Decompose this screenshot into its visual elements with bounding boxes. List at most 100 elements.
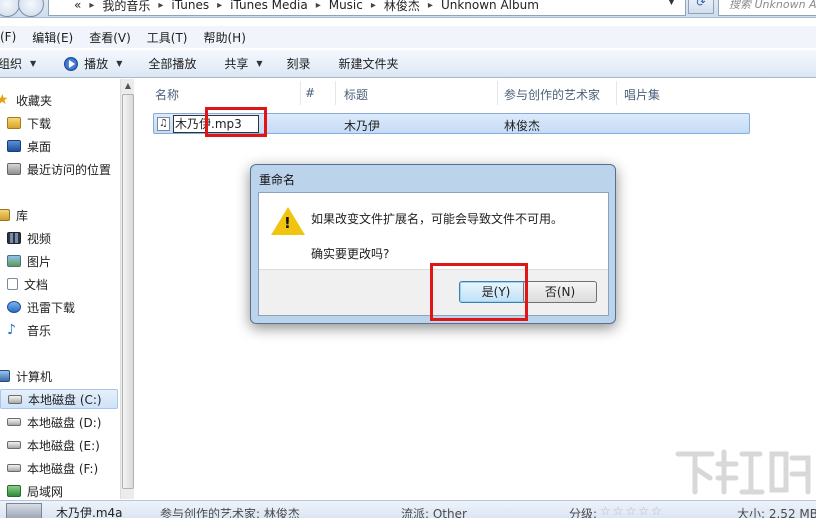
column-divider[interactable] bbox=[335, 81, 336, 105]
nav-videos[interactable]: 视频 bbox=[0, 228, 118, 248]
back-button[interactable] bbox=[0, 0, 20, 17]
details-size: 大小: 2.52 MB bbox=[737, 507, 816, 518]
breadcrumb-artist[interactable]: 林俊杰 bbox=[384, 0, 420, 14]
breadcrumb-my-music[interactable]: 我的音乐 bbox=[102, 0, 150, 14]
chevron-right-icon: ▸ bbox=[89, 0, 95, 11]
breadcrumb[interactable]: « ▸ 我的音乐 ▸ iTunes ▸ iTunes Media ▸ Music… bbox=[54, 0, 539, 14]
play-button[interactable]: 播放 ▼ bbox=[64, 55, 122, 72]
search-input[interactable]: 搜索 Unknown A bbox=[718, 0, 816, 16]
nav-drive-d[interactable]: 本地磁盘 (D:) bbox=[0, 412, 118, 432]
address-dropdown-icon[interactable]: ▼ bbox=[668, 0, 675, 7]
xunlei-icon bbox=[7, 301, 21, 313]
nav-drive-c-label: 本地磁盘 (C:) bbox=[28, 392, 102, 407]
menu-help[interactable]: 帮助(H) bbox=[204, 29, 246, 46]
new-folder-label: 新建文件夹 bbox=[338, 57, 399, 71]
nav-drive-f-label: 本地磁盘 (F:) bbox=[27, 461, 99, 476]
warning-exclamation-icon: ! bbox=[284, 214, 291, 232]
nav-drive-e-label: 本地磁盘 (E:) bbox=[27, 438, 100, 453]
drive-icon bbox=[7, 418, 21, 426]
details-artist: 参与创作的艺术家: 林俊杰 bbox=[160, 507, 300, 518]
nav-drive-e[interactable]: 本地磁盘 (E:) bbox=[0, 435, 118, 455]
column-number[interactable]: # bbox=[305, 86, 315, 100]
nav-computer-label: 计算机 bbox=[16, 369, 53, 384]
nav-desktop[interactable]: 桌面 bbox=[0, 136, 118, 156]
details-rating-label: 分级: bbox=[569, 507, 598, 518]
burn-button[interactable]: 刻录 bbox=[287, 55, 311, 72]
chevron-right-icon: ▸ bbox=[370, 0, 376, 11]
chevron-down-icon: ▼ bbox=[116, 59, 123, 68]
highlight-rename-box bbox=[205, 107, 267, 137]
chevron-right-icon: ▸ bbox=[158, 0, 164, 11]
nav-xunlei-label: 迅雷下载 bbox=[27, 300, 76, 315]
menu-bar: (F) 编辑(E) 查看(V) 工具(T) 帮助(H) bbox=[0, 26, 816, 48]
nav-pictures[interactable]: 图片 bbox=[0, 251, 118, 271]
nav-recent[interactable]: 最近访问的位置 bbox=[0, 159, 118, 179]
drive-icon bbox=[7, 464, 21, 472]
dialog-message: 如果改变文件扩展名，可能会导致文件不可用。 bbox=[311, 212, 564, 226]
download-folder-icon bbox=[7, 117, 21, 129]
music-note-icon: ♪ bbox=[7, 322, 16, 338]
computer-icon bbox=[0, 370, 10, 382]
nav-network-label: 局域网 bbox=[27, 484, 64, 499]
nav-videos-label: 视频 bbox=[27, 231, 52, 246]
scrollbar-thumb[interactable] bbox=[122, 94, 134, 489]
breadcrumb-music[interactable]: Music bbox=[329, 0, 363, 12]
desktop-icon bbox=[7, 140, 21, 152]
nav-documents[interactable]: 文档 bbox=[0, 274, 118, 294]
play-icon bbox=[64, 56, 79, 71]
scroll-up-icon[interactable]: ▲ bbox=[121, 79, 135, 93]
breadcrumb-album[interactable]: Unknown Album bbox=[441, 0, 539, 12]
share-button[interactable]: 共享 ▼ bbox=[224, 55, 262, 72]
breadcrumb-itunes[interactable]: iTunes bbox=[171, 0, 209, 12]
breadcrumb-overflow[interactable]: « bbox=[74, 0, 81, 12]
column-title[interactable]: 标题 bbox=[344, 86, 368, 103]
nav-downloads-label: 下载 bbox=[27, 116, 52, 131]
column-album[interactable]: 唱片集 bbox=[624, 86, 660, 103]
menu-file[interactable]: (F) bbox=[0, 30, 16, 44]
details-genre: 流派: Other bbox=[401, 507, 467, 518]
music-file-icon: ♫ bbox=[157, 117, 170, 131]
column-artist[interactable]: 参与创作的艺术家 bbox=[504, 86, 600, 103]
windows-drive-icon bbox=[8, 394, 22, 404]
column-divider[interactable] bbox=[497, 81, 498, 105]
chevron-right-icon: ▸ bbox=[315, 0, 321, 11]
play-all-button[interactable]: 全部播放 bbox=[148, 55, 196, 72]
menu-tools[interactable]: 工具(T) bbox=[147, 29, 188, 46]
new-folder-button[interactable]: 新建文件夹 bbox=[339, 55, 399, 72]
nav-drive-f[interactable]: 本地磁盘 (F:) bbox=[0, 458, 118, 478]
file-thumbnail-icon bbox=[6, 503, 42, 518]
column-name[interactable]: 名称 bbox=[155, 86, 179, 103]
no-button[interactable]: 否(N) bbox=[523, 281, 597, 303]
nav-libraries[interactable]: 库 bbox=[0, 205, 118, 225]
nav-downloads[interactable]: 下载 bbox=[0, 113, 118, 133]
nav-drive-d-label: 本地磁盘 (D:) bbox=[27, 415, 102, 430]
document-icon bbox=[7, 278, 18, 290]
nav-music[interactable]: ♪ 音乐 bbox=[0, 320, 118, 340]
nav-network[interactable]: 局域网 bbox=[0, 481, 118, 501]
organize-button[interactable]: 组织 ▼ bbox=[0, 55, 36, 72]
recent-places-icon bbox=[7, 163, 21, 175]
refresh-icon[interactable]: ⟳ bbox=[688, 0, 714, 14]
menu-edit[interactable]: 编辑(E) bbox=[32, 29, 73, 46]
chevron-right-icon: ▸ bbox=[217, 0, 223, 11]
rating-stars-icon[interactable]: ☆☆☆☆☆ bbox=[600, 504, 664, 518]
drive-icon bbox=[7, 441, 21, 449]
forward-button[interactable] bbox=[18, 0, 44, 17]
nav-favorites[interactable]: ★ 收藏夹 bbox=[0, 90, 118, 110]
column-header-row: 名称 # 标题 参与创作的艺术家 唱片集 bbox=[135, 79, 816, 106]
menu-view[interactable]: 查看(V) bbox=[89, 29, 131, 46]
nav-drive-c[interactable]: 本地磁盘 (C:) bbox=[0, 389, 118, 409]
breadcrumb-itunes-media[interactable]: iTunes Media bbox=[230, 0, 308, 12]
nav-pictures-label: 图片 bbox=[27, 254, 52, 269]
pictures-icon bbox=[7, 255, 21, 267]
column-divider[interactable] bbox=[300, 81, 301, 105]
dialog-question: 确实要更改吗? bbox=[311, 247, 390, 261]
dialog-title: 重命名 bbox=[259, 173, 296, 187]
nav-scrollbar[interactable]: ▲ bbox=[120, 79, 134, 499]
play-label: 播放 bbox=[84, 57, 109, 71]
nav-xunlei[interactable]: 迅雷下载 bbox=[0, 297, 118, 317]
video-icon bbox=[7, 232, 21, 244]
nav-documents-label: 文档 bbox=[24, 277, 49, 292]
column-divider[interactable] bbox=[616, 81, 617, 105]
nav-computer[interactable]: 计算机 bbox=[0, 366, 118, 386]
